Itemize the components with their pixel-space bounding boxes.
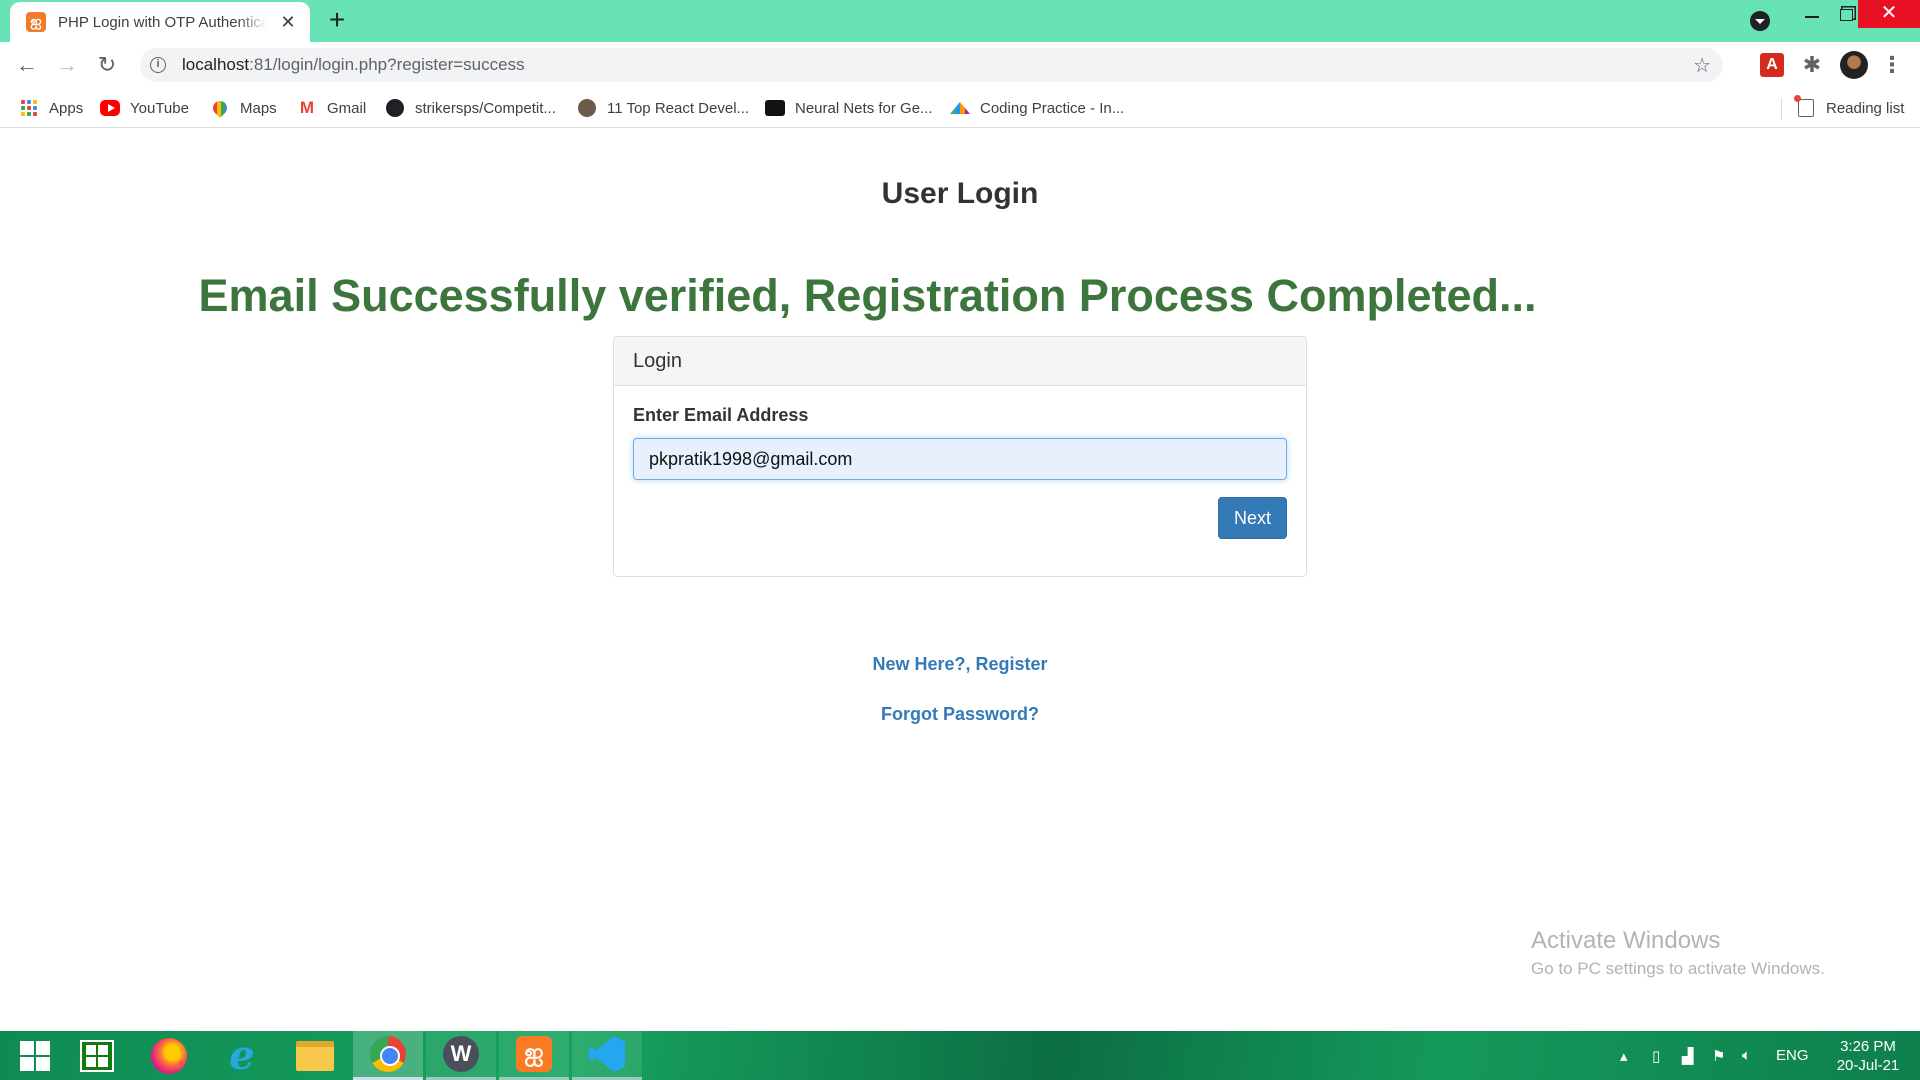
site-info-icon[interactable]: i — [150, 57, 166, 73]
taskbar-xampp[interactable]: ஐ — [499, 1031, 569, 1080]
register-link[interactable]: New Here?, Register — [0, 654, 1920, 675]
network-icon[interactable]: ▟ — [1682, 1031, 1694, 1080]
internet-explorer-icon: e — [229, 1032, 255, 1079]
bookmark-label: Gmail — [327, 99, 367, 117]
github-icon — [385, 98, 405, 118]
extensions-puzzle-icon[interactable]: ✱ — [1800, 53, 1824, 77]
bookmark-coding-practice[interactable]: Coding Practice - In... — [950, 96, 1124, 120]
chrome-menu-icon[interactable]: ⋮ — [1880, 53, 1904, 77]
chrome-icon — [370, 1036, 406, 1072]
browser-tab[interactable]: ஐ PHP Login with OTP Authentication ✕ — [10, 2, 310, 42]
bookmark-maps[interactable]: Maps — [210, 96, 277, 120]
reading-list-label: Reading list — [1826, 99, 1905, 117]
video-icon — [765, 98, 785, 118]
panel-heading: Login — [614, 337, 1306, 386]
back-button[interactable]: ← — [14, 52, 40, 78]
gmail-icon: M — [299, 98, 315, 117]
bookmark-star-icon[interactable]: ☆ — [1693, 53, 1711, 78]
store-icon — [80, 1039, 114, 1072]
tab-title: PHP Login with OTP Authentication — [58, 13, 268, 31]
bookmarks-divider — [1781, 98, 1782, 120]
coding-icon — [950, 98, 970, 118]
clock-time: 3:26 PM — [1840, 1038, 1896, 1055]
vscode-icon — [589, 1036, 625, 1072]
taskbar-wamp[interactable]: W — [426, 1031, 496, 1080]
taskbar-clock[interactable]: 3:26 PM 20-Jul-21 — [1822, 1037, 1914, 1075]
taskbar-vscode[interactable] — [572, 1031, 642, 1080]
bookmarks-bar: Apps YouTube Maps M Gmail strikersps/Com… — [0, 88, 1920, 128]
xampp-icon: ஐ — [516, 1036, 552, 1072]
bookmark-youtube[interactable]: YouTube — [100, 96, 189, 120]
tab-search-icon[interactable] — [1750, 11, 1770, 31]
xampp-favicon-icon: ஐ — [26, 12, 46, 32]
new-tab-button[interactable]: + — [322, 6, 352, 36]
action-center-flag-icon[interactable]: ⚑ — [1712, 1031, 1725, 1080]
forward-button[interactable]: → — [54, 52, 80, 78]
watermark-subtitle: Go to PC settings to activate Windows. — [1531, 959, 1825, 978]
bookmark-label: YouTube — [130, 99, 189, 117]
tray-expand-icon[interactable]: ▴ — [1620, 1031, 1628, 1080]
forgot-password-link[interactable]: Forgot Password? — [0, 704, 1920, 725]
login-panel: Login Enter Email Address Next — [613, 336, 1307, 577]
bookmark-neural-nets[interactable]: Neural Nets for Ge... — [765, 96, 933, 120]
language-indicator[interactable]: ENG — [1776, 1031, 1809, 1080]
reading-list-button[interactable]: Reading list — [1794, 95, 1905, 120]
reload-button[interactable]: ↻ — [94, 52, 120, 78]
windows-logo-icon — [20, 1040, 50, 1071]
windows-taskbar: e W ஐ ▴ ▯ ▟ ⚑ 🔈︎ ENG 3:26 PM 20-Jul-21 — [0, 1031, 1920, 1080]
page-title: User Login — [881, 177, 1039, 210]
youtube-icon — [100, 98, 120, 118]
volume-icon[interactable]: 🔈︎ — [1742, 1031, 1751, 1080]
pdf-extension-icon[interactable]: A — [1760, 53, 1784, 77]
url-path: :81/login/login.php?register=success — [249, 55, 525, 74]
battery-icon[interactable]: ▯ — [1652, 1031, 1660, 1080]
email-label: Enter Email Address — [633, 405, 809, 425]
tab-strip: ஐ PHP Login with OTP Authentication ✕ + … — [0, 0, 1920, 42]
bookmark-label: Neural Nets for Ge... — [795, 99, 933, 117]
firefox-icon — [151, 1037, 187, 1074]
bookmark-label: strikersps/Competit... — [415, 99, 556, 117]
apps-icon — [19, 98, 39, 118]
maximize-button[interactable] — [1832, 4, 1860, 28]
success-message: Email Successfully verified, Registratio… — [198, 270, 1537, 321]
bookmark-react[interactable]: 11 Top React Devel... — [577, 96, 749, 120]
next-button[interactable]: Next — [1218, 497, 1287, 539]
url-host: localhost — [182, 55, 250, 74]
start-button[interactable] — [0, 1031, 70, 1080]
folder-icon — [296, 1040, 334, 1071]
panel-body: Enter Email Address — [614, 386, 1306, 499]
close-window-button[interactable]: ✕ — [1858, 0, 1920, 28]
reading-list-icon — [1794, 95, 1816, 118]
browser-toolbar: ← → ↻ i localhost:81/login/login.php?reg… — [0, 42, 1920, 88]
bookmark-label: Coding Practice - In... — [980, 99, 1125, 117]
bookmark-label: Maps — [240, 99, 277, 117]
clock-date: 20-Jul-21 — [1836, 1057, 1900, 1074]
avatar-icon — [577, 98, 597, 118]
taskbar-file-explorer[interactable] — [280, 1031, 350, 1080]
taskbar-store[interactable] — [62, 1031, 132, 1080]
bookmark-label: Apps — [49, 99, 84, 117]
tab-close-icon[interactable]: ✕ — [278, 12, 298, 33]
watermark-title: Activate Windows — [1531, 927, 1721, 954]
bookmark-github[interactable]: strikersps/Competit... — [385, 96, 556, 120]
activate-windows-watermark: Activate Windows Go to PC settings to ac… — [1531, 927, 1825, 979]
bookmark-gmail[interactable]: M Gmail — [297, 96, 366, 120]
taskbar-firefox[interactable] — [134, 1031, 204, 1080]
url-text[interactable]: localhost:81/login/login.php?register=su… — [182, 55, 1693, 75]
taskbar-chrome[interactable] — [353, 1031, 423, 1080]
address-bar[interactable]: i localhost:81/login/login.php?register=… — [140, 48, 1723, 82]
email-field[interactable] — [633, 438, 1287, 480]
bookmark-apps[interactable]: Apps — [19, 96, 83, 120]
maps-icon — [210, 98, 230, 118]
profile-avatar[interactable] — [1840, 51, 1868, 79]
page-content: User Login Email Successfully verified, … — [0, 129, 1920, 1031]
bookmark-label: 11 Top React Devel... — [607, 99, 750, 117]
taskbar-internet-explorer[interactable]: e — [207, 1031, 277, 1080]
w-app-icon: W — [443, 1036, 479, 1072]
minimize-button[interactable] — [1797, 4, 1825, 28]
